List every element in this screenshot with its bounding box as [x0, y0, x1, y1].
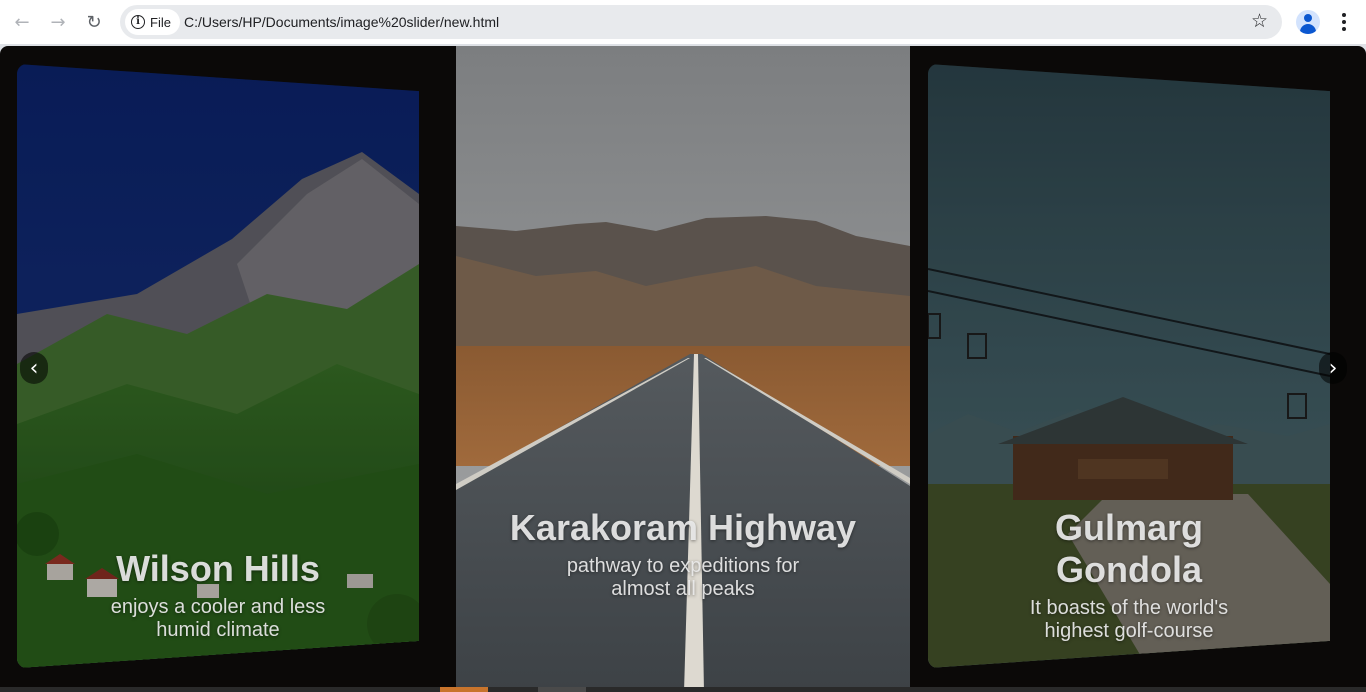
address-bar[interactable]: i File C:/Users/HP/Documents/image%20sli… [120, 5, 1282, 39]
prev-arrow-button[interactable]: ‹ [20, 352, 48, 384]
slide-title: Wilson Hills [116, 548, 320, 589]
slide-title: Gulmarg Gondola [1054, 507, 1204, 590]
reload-icon[interactable]: ↻ [80, 8, 108, 36]
back-icon[interactable]: ← [8, 8, 36, 36]
site-info-chip[interactable]: i File [125, 9, 180, 35]
slide-indicator [538, 687, 586, 692]
slide-text: It boasts of the world's highest golf-co… [1029, 597, 1229, 642]
slide-title: Karakoram Highway [509, 507, 857, 548]
site-info-label: File [150, 14, 171, 30]
forward-icon[interactable]: → [44, 8, 72, 36]
slide-card-karakoram-highway[interactable]: Karakoram Highway pathway to expeditions… [456, 46, 910, 692]
info-icon: i [131, 15, 145, 29]
next-arrow-button[interactable]: › [1319, 352, 1347, 384]
slide-text: enjoys a cooler and less humid climate [110, 596, 326, 641]
kebab-menu-icon[interactable] [1332, 10, 1356, 34]
active-slide-indicator [440, 687, 488, 692]
slide-card-gulmarg-gondola[interactable]: Gulmarg Gondola It boasts of the world's… [928, 64, 1330, 668]
slide-card-wilson-hills[interactable]: Wilson Hills enjoys a cooler and less hu… [17, 64, 419, 668]
profile-icon[interactable] [1296, 10, 1320, 34]
browser-toolbar: ← → ↻ i File C:/Users/HP/Documents/image… [0, 0, 1366, 44]
slider-progress-bar [0, 687, 1366, 692]
star-icon[interactable]: ☆ [1251, 10, 1268, 32]
url-text[interactable]: C:/Users/HP/Documents/image%20slider/new… [184, 14, 499, 30]
page-viewport: Wilson Hills enjoys a cooler and less hu… [0, 46, 1366, 692]
slide-text: pathway to expeditions for almost all pe… [566, 555, 800, 600]
